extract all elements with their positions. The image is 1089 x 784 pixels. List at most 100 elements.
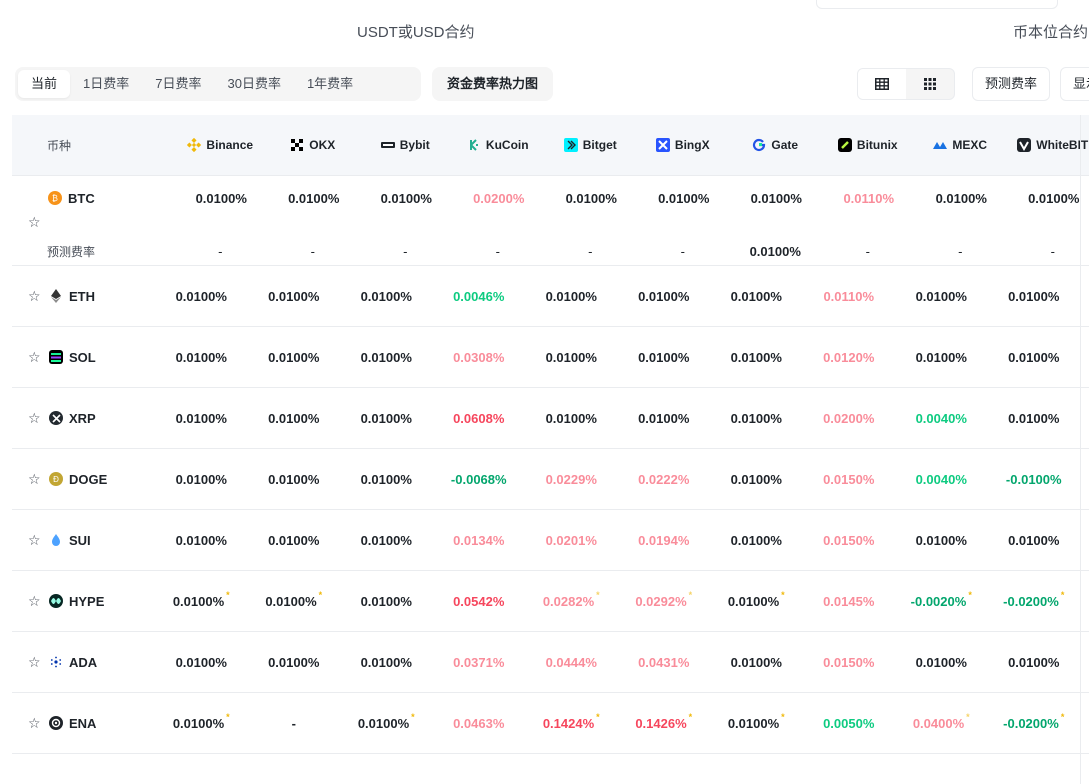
- exchange-header-bitunix[interactable]: Bitunix: [822, 138, 915, 152]
- rate-cell: 0.0194%: [618, 533, 711, 548]
- rate-marker-icon: *: [968, 590, 972, 600]
- rate-cell: 0.0100%: [175, 191, 268, 206]
- favorite-star-icon[interactable]: ☆: [28, 349, 42, 366]
- table-row[interactable]: ☆ SOL 0.0100% 0.0100% 0.0100% 0.0308% 0.…: [12, 327, 1089, 388]
- coin-symbol: ENA: [69, 716, 96, 731]
- exchange-header-kucoin[interactable]: KuCoin: [452, 138, 545, 152]
- period-1d[interactable]: 1日费率: [70, 70, 142, 98]
- rate-cell: 0.0100%: [710, 289, 803, 304]
- mexc-icon: [933, 138, 947, 152]
- rate-cell: 0.0100%: [895, 350, 988, 365]
- rate-cell: -0.0200%*: [988, 716, 1081, 731]
- favorite-star-icon[interactable]: ☆: [28, 288, 42, 305]
- favorite-star-icon[interactable]: ☆: [28, 214, 42, 231]
- table-row[interactable]: ☆ Ð DOGE 0.0100% 0.0100% 0.0100% -0.0068…: [12, 449, 1089, 510]
- predicted-cell: 0.0100%: [729, 244, 822, 259]
- exchange-header-whitebit[interactable]: WhiteBIT: [1007, 138, 1089, 152]
- exchange-header-okx[interactable]: OKX: [267, 138, 360, 152]
- table-row[interactable]: ☆ ENA 0.0100%* - 0.0100%* 0.0463% 0.1424…: [12, 693, 1089, 754]
- table-view-button[interactable]: [858, 69, 906, 99]
- favorite-star-icon[interactable]: ☆: [28, 593, 42, 610]
- tab-coin-contracts[interactable]: 币本位合约: [1013, 21, 1088, 42]
- rate-cell: 0.0100%*: [248, 594, 341, 609]
- grid-view-button[interactable]: [906, 69, 954, 99]
- rate-marker-icon: *: [596, 590, 600, 600]
- rate-cell: 0.0100%: [618, 289, 711, 304]
- favorite-star-icon[interactable]: ☆: [28, 654, 42, 671]
- predicted-cell: -: [822, 244, 915, 259]
- rate-cell: 0.0100%: [618, 350, 711, 365]
- rate-cell: 0.0100%: [340, 655, 433, 670]
- favorite-star-icon[interactable]: ☆: [28, 410, 42, 427]
- period-current[interactable]: 当前: [18, 70, 70, 98]
- favorite-star-icon[interactable]: ☆: [28, 471, 42, 488]
- predicted-rate-button[interactable]: 预测费率: [972, 67, 1050, 101]
- tab-usdt-contracts[interactable]: USDT或USD合约: [357, 21, 475, 42]
- exchange-header-bingx[interactable]: BingX: [637, 138, 730, 152]
- exchange-header-bitget[interactable]: Bitget: [544, 138, 637, 152]
- table-row[interactable]: ☆ XRP 0.0100% 0.0100% 0.0100% 0.0608% 0.…: [12, 388, 1089, 449]
- rate-cell: 0.0100%: [155, 472, 248, 487]
- exchange-name: OKX: [309, 138, 335, 152]
- exchange-header-gate[interactable]: Gate: [729, 138, 822, 152]
- table-row[interactable]: ☆ HYPE 0.0100%* 0.0100%* 0.0100% 0.0542%…: [12, 571, 1089, 632]
- symbol-cell: ☆ ETH: [12, 288, 155, 305]
- coin-symbol: HYPE: [69, 594, 104, 609]
- view-toggle: [857, 68, 955, 100]
- table-row[interactable]: ☆ ADA 0.0100% 0.0100% 0.0100% 0.0371% 0.…: [12, 632, 1089, 693]
- heatmap-button[interactable]: 资金费率热力图: [432, 67, 553, 101]
- rate-cell: 0.0050%: [803, 716, 896, 731]
- rate-cell: 0.0150%: [803, 533, 896, 548]
- table-header: 币种 Binance OKX Bybit KuCoin Bitget BingX…: [12, 115, 1089, 176]
- favorite-star-icon[interactable]: ☆: [28, 715, 42, 732]
- period-1y[interactable]: 1年费率: [294, 70, 366, 98]
- binance-icon: [187, 138, 201, 152]
- exchange-header-bybit[interactable]: Bybit: [359, 138, 452, 152]
- rate-cell: 0.0100%*: [340, 716, 433, 731]
- exchange-name: Bitunix: [857, 138, 898, 152]
- hype-icon: [49, 594, 63, 608]
- rate-cell: 0.1424%*: [525, 716, 618, 731]
- rate-cell: 0.0100%: [915, 191, 1008, 206]
- period-7d[interactable]: 7日费率: [142, 70, 214, 98]
- rate-marker-icon: *: [226, 712, 230, 722]
- search-box[interactable]: [816, 0, 1058, 9]
- rate-cell: 0.0100%: [248, 411, 341, 426]
- rate-cell: 0.0100%: [545, 191, 638, 206]
- rate-cell: 0.0100%: [155, 411, 248, 426]
- table-row[interactable]: ☆ SUI 0.0100% 0.0100% 0.0100% 0.0134% 0.…: [12, 510, 1089, 571]
- rate-cell: 0.0100%: [155, 289, 248, 304]
- predicted-cell: -: [914, 244, 1007, 259]
- table-row[interactable]: ☆ ETH 0.0100% 0.0100% 0.0100% 0.0046% 0.…: [12, 266, 1089, 327]
- rate-marker-icon: *: [689, 590, 693, 600]
- rate-cell: 0.0100%: [988, 289, 1081, 304]
- rate-cell: -0.0020%*: [895, 594, 988, 609]
- rate-cell: 0.0150%: [803, 655, 896, 670]
- rate-line: ₿ BTC 0.0100% 0.0100% 0.0100% 0.0200% 0.…: [12, 188, 1089, 208]
- display-button[interactable]: 显示: [1060, 67, 1089, 101]
- rate-cell: -0.0200%*: [988, 594, 1081, 609]
- rate-cell: 0.0400%*: [895, 716, 988, 731]
- sui-icon: [49, 533, 63, 547]
- rate-cell: 0.0100%: [340, 472, 433, 487]
- exchange-header-binance[interactable]: Binance: [174, 138, 267, 152]
- rate-cell: 0.0100%: [340, 594, 433, 609]
- rate-cell: 0.0542%: [433, 594, 526, 609]
- rate-cell: 0.0110%: [803, 289, 896, 304]
- coin-symbol: SOL: [69, 350, 96, 365]
- symbol-header: 币种: [12, 137, 174, 154]
- period-30d[interactable]: 30日费率: [214, 70, 293, 98]
- rate-cell: 0.0229%: [525, 472, 618, 487]
- favorite-star-icon[interactable]: ☆: [28, 532, 42, 549]
- rate-cell: 0.0100%: [638, 191, 731, 206]
- exchange-name: Bybit: [400, 138, 430, 152]
- rate-cell: 0.0100%: [155, 350, 248, 365]
- predicted-cell: -: [267, 244, 360, 259]
- rate-cell: 0.0200%: [453, 191, 546, 206]
- rate-cell: 0.0222%: [618, 472, 711, 487]
- symbol-cell: ☆ ADA: [12, 654, 155, 671]
- table-row[interactable]: ₿ BTC 0.0100% 0.0100% 0.0100% 0.0200% 0.…: [12, 176, 1089, 266]
- exchange-header-mexc[interactable]: MEXC: [914, 138, 1007, 152]
- bitget-icon: [564, 138, 578, 152]
- okx-icon: [290, 138, 304, 152]
